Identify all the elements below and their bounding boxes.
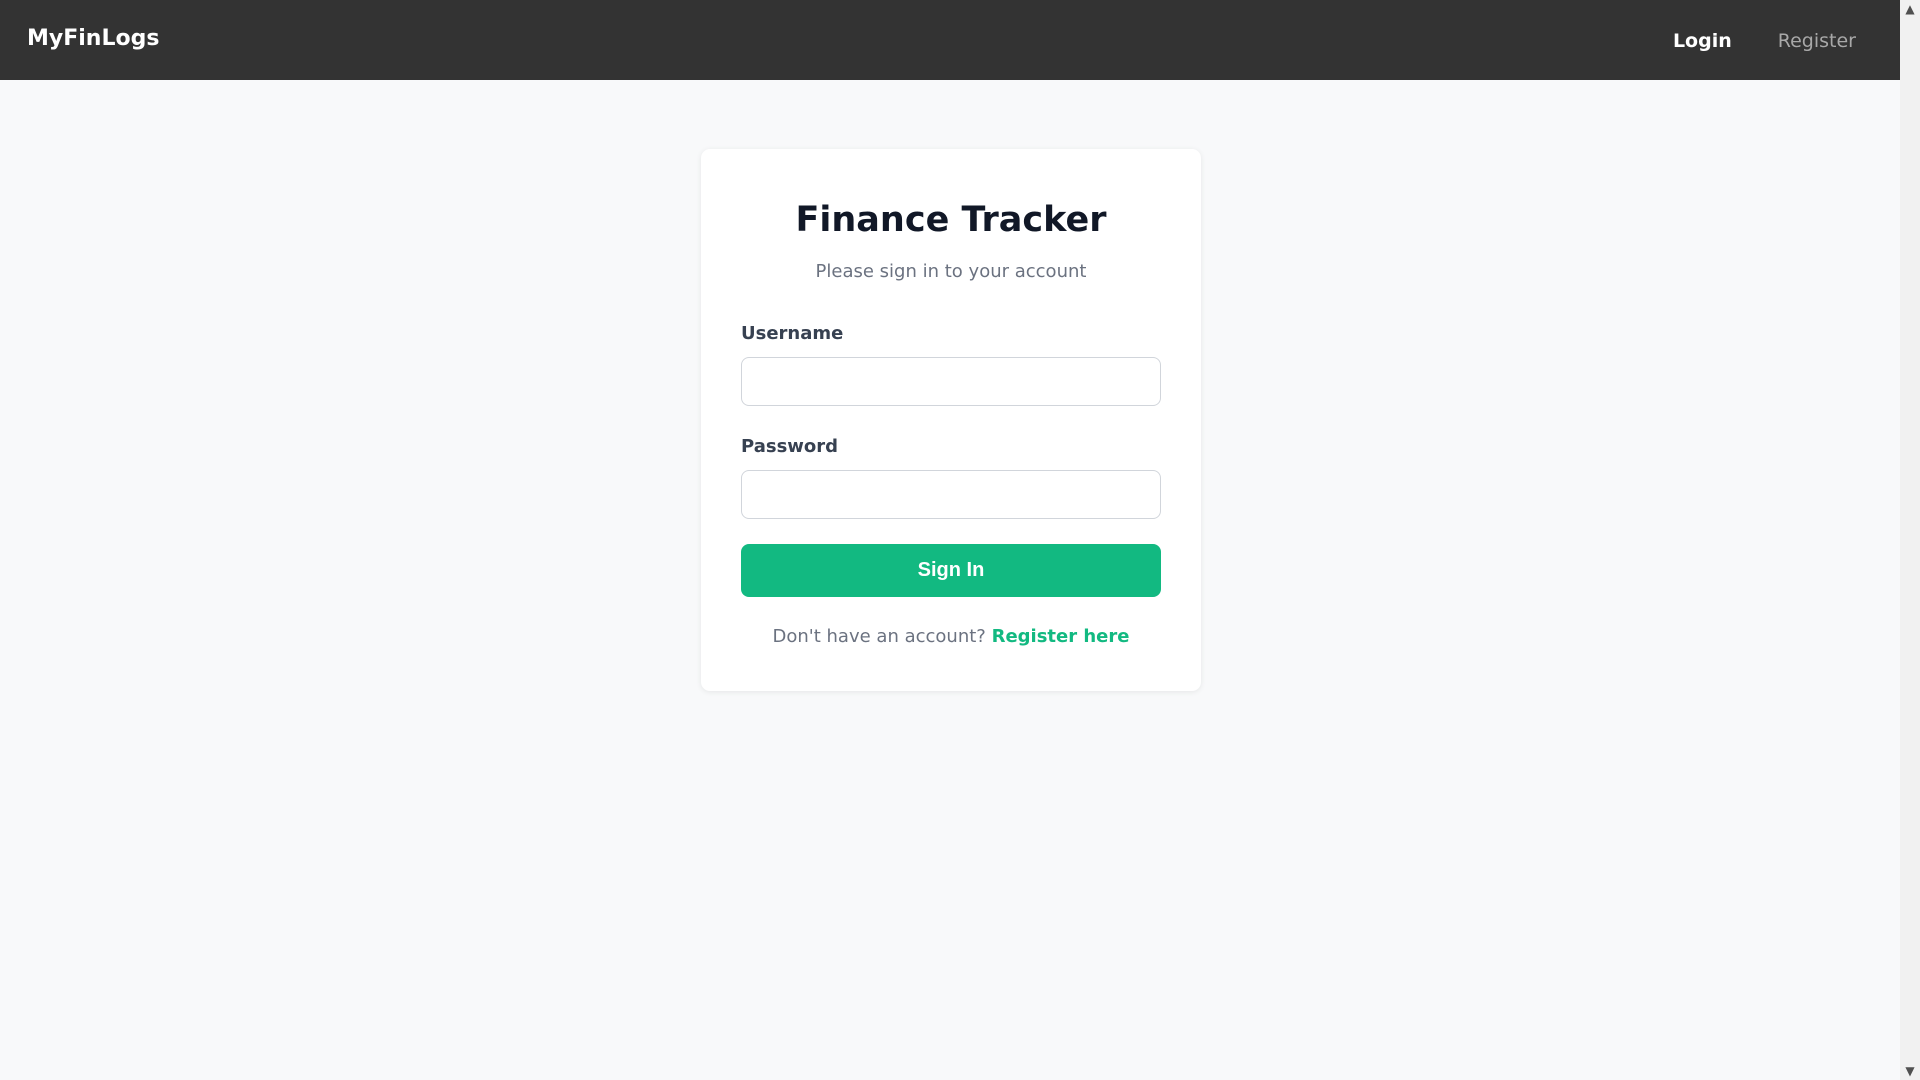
triangle-down-icon[interactable]: ▼ [1900, 1062, 1920, 1080]
triangle-up-icon[interactable]: ▲ [1900, 0, 1920, 18]
sign-in-button[interactable]: Sign In [741, 544, 1161, 597]
card-subtitle: Please sign in to your account [815, 261, 1087, 282]
nav-link-login[interactable]: Login [1673, 26, 1732, 56]
password-label: Password [741, 436, 839, 457]
top-navbar: MyFinLogs Login Register [0, 0, 1900, 80]
brand-logo[interactable]: MyFinLogs [27, 24, 159, 54]
username-input[interactable] [741, 357, 1161, 406]
register-prompt: Don't have an account? Register here [701, 624, 1201, 650]
login-card: Finance Tracker Please sign in to your a… [701, 149, 1201, 691]
card-title: Finance Tracker [795, 200, 1107, 240]
page: MyFinLogs Login Register Finance Tracker… [0, 0, 1900, 1080]
vertical-scrollbar[interactable]: ▲ ▼ [1900, 0, 1920, 1080]
register-prompt-text: Don't have an account? [772, 626, 986, 647]
register-link[interactable]: Register here [992, 626, 1130, 647]
nav-links: Login Register [1673, 26, 1856, 56]
password-input[interactable] [741, 470, 1161, 519]
username-label: Username [741, 323, 844, 344]
nav-link-register[interactable]: Register [1778, 26, 1856, 56]
